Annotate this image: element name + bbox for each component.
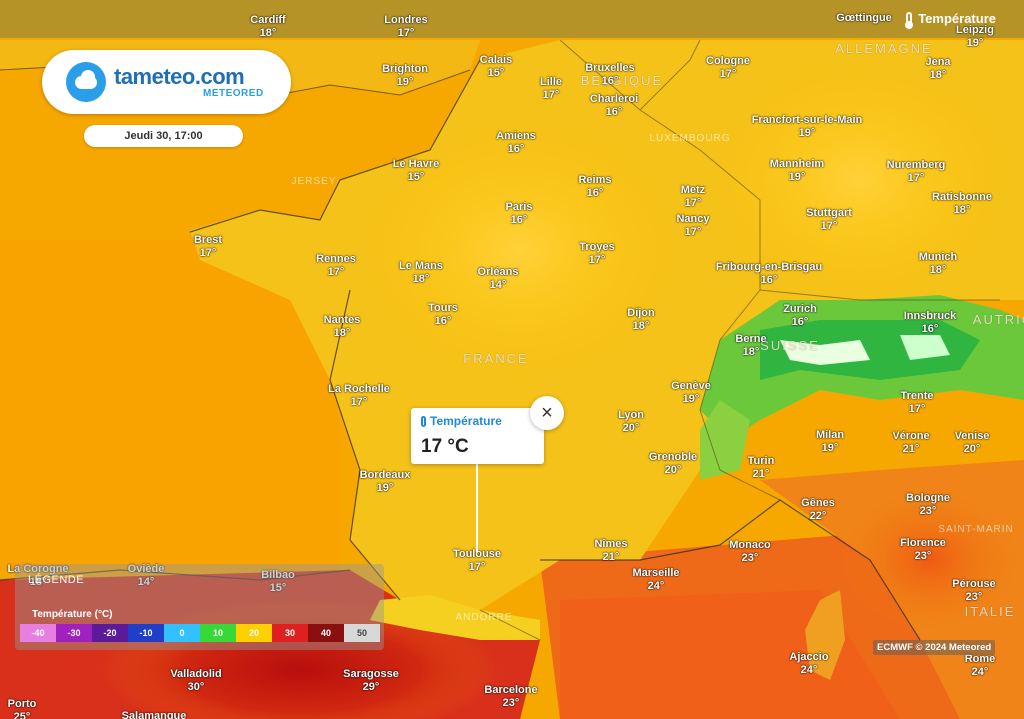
brand-logo[interactable]: tameteo.com METEORED: [42, 50, 291, 114]
country-label: AUTRICHE: [972, 312, 1024, 327]
thermometer-icon: [421, 415, 426, 427]
country-label: BELGIQUE: [580, 73, 664, 88]
map-credit: ECMWF © 2024 Meteored: [873, 640, 996, 655]
legend-scale-step: -20: [92, 624, 128, 642]
legend-scale-step: 0: [164, 624, 200, 642]
top-bar: Température: [0, 0, 1024, 38]
legend-color-scale: -40 -30 -20 -10 0 10 20 30 40 50: [20, 624, 380, 642]
layer-title[interactable]: Température: [905, 11, 996, 29]
legend-subtitle: Température (°C): [32, 609, 113, 620]
region-label: SAINT-MARIN: [938, 524, 1014, 535]
brand-sub: METEORED: [203, 88, 264, 99]
country-label: SUISSE: [760, 338, 820, 353]
cloud-logo-icon: [66, 62, 106, 102]
legend-scale-step: 10: [200, 624, 236, 642]
layer-title-label: Température: [918, 11, 996, 26]
country-label: ITALIE: [964, 604, 1016, 619]
legend-scale-step: -30: [56, 624, 92, 642]
legend-title: LÉGENDE: [28, 574, 85, 586]
region-label: JERSEY: [291, 176, 337, 187]
legend-scale-step: 50: [344, 624, 380, 642]
temperature-popup: Température 17 °C: [411, 408, 544, 464]
legend-panel[interactable]: LÉGENDE Température (°C) -40 -30 -20 -10 0 10…: [15, 564, 384, 650]
region-label: ANDORRE: [455, 612, 513, 623]
legend-scale-step: -10: [128, 624, 164, 642]
legend-scale-step: 30: [272, 624, 308, 642]
thermometer-icon: [905, 11, 914, 29]
popup-title-label: Température: [430, 414, 502, 428]
forecast-time[interactable]: Jeudi 30, 17:00: [84, 125, 243, 147]
popup-pointer: [476, 464, 478, 552]
country-label: FRANCE: [463, 351, 529, 366]
country-label: ALLEMAGNE: [835, 41, 933, 56]
legend-scale-step: 40: [308, 624, 344, 642]
close-icon[interactable]: ×: [530, 396, 564, 430]
brand-name: tameteo.com: [114, 64, 245, 89]
legend-scale-step: 20: [236, 624, 272, 642]
popup-title: Température: [421, 414, 502, 428]
region-label: LUXEMBOURG: [649, 133, 731, 144]
popup-value: 17 °C: [421, 436, 469, 457]
legend-scale-step: -40: [20, 624, 56, 642]
